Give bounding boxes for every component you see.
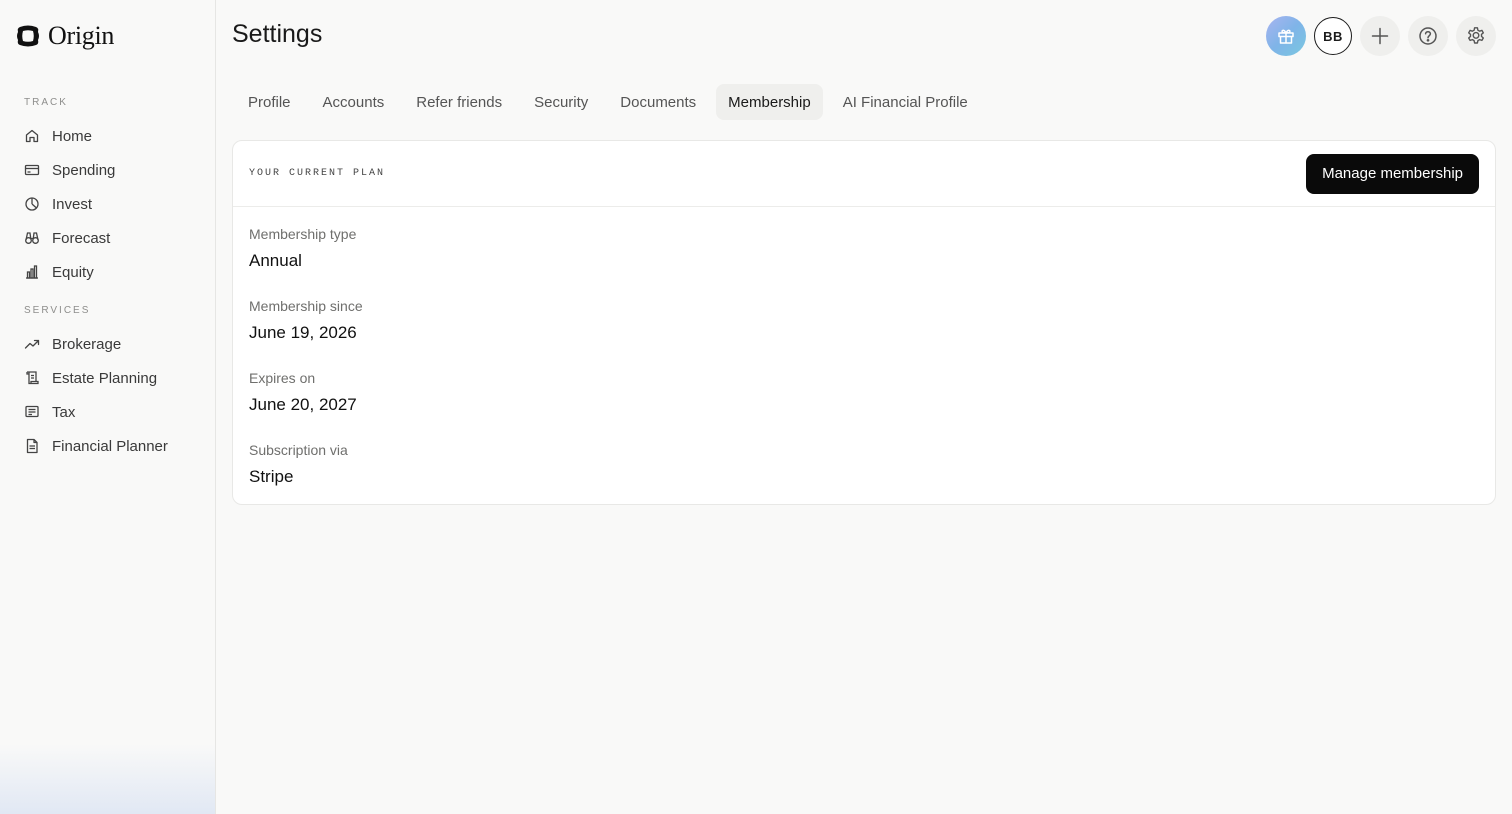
tab-ai-financial-profile[interactable]: AI Financial Profile	[831, 84, 980, 120]
tab-refer-friends[interactable]: Refer friends	[404, 84, 514, 120]
field-expires-on: Expires on June 20, 2027	[249, 369, 1479, 441]
brand-name: Origin	[48, 21, 115, 50]
card-header: YOUR CURRENT PLAN Manage membership	[233, 141, 1495, 207]
sidebar-item-label: Forecast	[52, 229, 111, 247]
sidebar-item-forecast[interactable]: Forecast	[24, 225, 204, 251]
credit-card-icon	[24, 164, 40, 176]
current-plan-card: YOUR CURRENT PLAN Manage membership Memb…	[232, 140, 1496, 505]
tab-profile[interactable]: Profile	[236, 84, 303, 120]
bar-chart-icon	[26, 265, 38, 279]
binoculars-icon	[25, 232, 39, 244]
sidebar-item-home[interactable]: Home	[24, 123, 204, 149]
header-actions: BB	[1266, 16, 1496, 56]
tab-membership[interactable]: Membership	[716, 84, 823, 120]
field-membership-type: Membership type Annual	[249, 225, 1479, 297]
document-icon	[26, 438, 38, 454]
sidebar-item-financial-planner[interactable]: Financial Planner	[24, 433, 204, 459]
add-button[interactable]	[1360, 16, 1400, 56]
home-icon	[25, 129, 39, 143]
sidebar: Origin TRACK Home Spending Invest Foreca…	[0, 0, 216, 814]
field-label: Membership since	[249, 298, 363, 314]
plan-details: Membership type Annual Membership since …	[233, 207, 1495, 504]
field-value: June 20, 2027	[249, 395, 357, 414]
sidebar-item-equity[interactable]: Equity	[24, 259, 204, 285]
plus-icon	[1371, 27, 1389, 45]
tab-security[interactable]: Security	[522, 84, 600, 120]
sidebar-item-tax[interactable]: Tax	[24, 399, 204, 425]
settings-tabs: Profile Accounts Refer friends Security …	[236, 84, 980, 120]
field-value: June 19, 2026	[249, 323, 357, 342]
field-label: Subscription via	[249, 442, 348, 458]
sidebar-section-track: TRACK	[24, 97, 68, 108]
settings-button[interactable]	[1456, 16, 1496, 56]
sidebar-item-estate-planning[interactable]: Estate Planning	[24, 365, 204, 391]
tab-documents[interactable]: Documents	[608, 84, 708, 120]
sidebar-item-spending[interactable]: Spending	[24, 157, 204, 183]
field-value: Annual	[249, 251, 302, 270]
sidebar-item-label: Brokerage	[52, 335, 122, 353]
field-membership-since: Membership since June 19, 2026	[249, 297, 1479, 369]
sidebar-gradient	[0, 744, 215, 814]
sidebar-item-label: Tax	[52, 403, 76, 421]
sidebar-item-invest[interactable]: Invest	[24, 191, 204, 217]
sidebar-item-label: Home	[52, 127, 93, 145]
user-avatar-button[interactable]: BB	[1314, 17, 1352, 55]
card-header-label: YOUR CURRENT PLAN	[249, 168, 386, 179]
field-subscription-via: Subscription via Stripe	[249, 441, 1479, 504]
field-label: Membership type	[249, 226, 357, 242]
sidebar-section-services: SERVICES	[24, 305, 91, 316]
field-label: Expires on	[249, 370, 316, 386]
brand-logo[interactable]: Origin	[16, 21, 115, 50]
help-button[interactable]	[1408, 16, 1448, 56]
manage-membership-button[interactable]: Manage membership	[1306, 153, 1479, 194]
sidebar-item-brokerage[interactable]: Brokerage	[24, 331, 204, 357]
scroll-icon	[26, 371, 39, 385]
gear-icon	[1468, 27, 1484, 44]
field-value: Stripe	[249, 467, 294, 486]
pie-chart-icon	[25, 197, 39, 211]
sidebar-item-label: Financial Planner	[52, 437, 168, 455]
trending-up-icon	[24, 339, 40, 349]
tab-accounts[interactable]: Accounts	[311, 84, 397, 120]
sidebar-item-label: Estate Planning	[52, 369, 158, 387]
sidebar-item-label: Spending	[52, 161, 116, 179]
gift-icon	[1278, 29, 1294, 44]
sidebar-item-label: Invest	[52, 195, 93, 213]
receipt-icon	[25, 405, 39, 418]
gift-button[interactable]	[1266, 16, 1306, 56]
sidebar-item-label: Equity	[52, 263, 94, 281]
help-icon	[1419, 27, 1437, 45]
origin-logo-icon	[17, 25, 39, 47]
page-title: Settings	[232, 20, 323, 48]
